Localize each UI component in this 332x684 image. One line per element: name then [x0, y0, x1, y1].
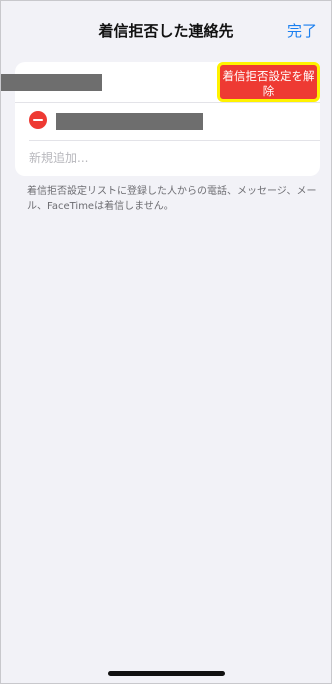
add-new-label[interactable]: 新規追加... [29, 149, 88, 166]
redacted-contact-name [56, 113, 203, 130]
page-title: 着信拒否した連絡先 [98, 22, 234, 40]
footer-note: 着信拒否設定リストに登録した人からの電話、メッセージ、メール、FaceTimeは… [27, 186, 317, 212]
unblock-button[interactable]: 着信拒否設定を解除 [217, 62, 320, 102]
list-item [15, 102, 320, 140]
done-button[interactable]: 完了 [287, 20, 317, 41]
blocked-contacts-list: 着信拒否設定を解除 新規追加... [1, 62, 320, 176]
delete-minus-icon[interactable] [29, 111, 47, 129]
home-indicator[interactable] [108, 671, 225, 676]
redacted-contact-name [1, 74, 102, 91]
add-new-row[interactable]: 新規追加... [15, 140, 320, 176]
list-item: 着信拒否設定を解除 [1, 62, 320, 102]
